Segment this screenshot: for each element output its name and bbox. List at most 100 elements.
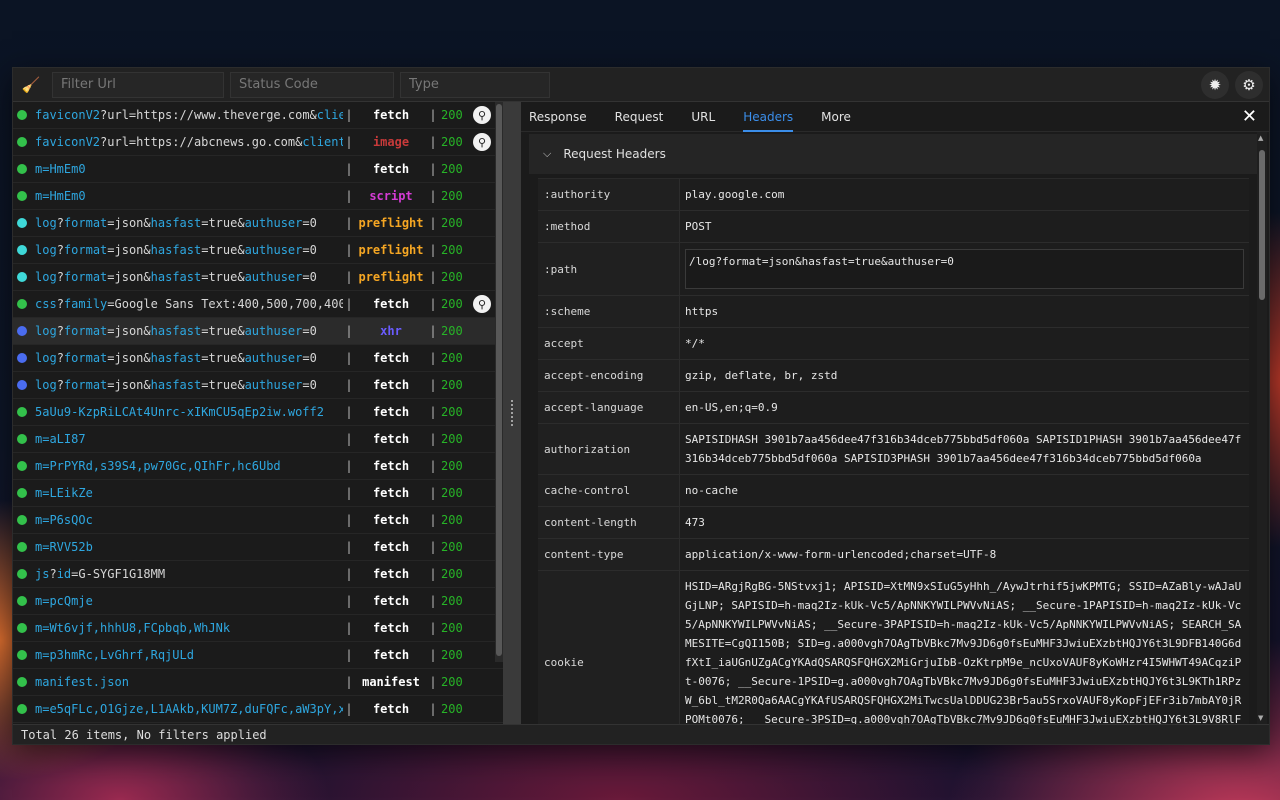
status-code: 200 <box>441 405 463 419</box>
column-separator: | <box>429 459 437 473</box>
request-row[interactable]: log?format=json&hasfast=true&authuser=0 |… <box>13 210 503 237</box>
request-row[interactable]: log?format=json&hasfast=true&authuser=0 |… <box>13 345 503 372</box>
request-row[interactable]: faviconV2?url=https://www.theverge.com&c… <box>13 102 503 129</box>
request-row[interactable]: log?format=json&hasfast=true&authuser=0 |… <box>13 318 503 345</box>
column-separator: | <box>345 513 353 527</box>
header-value: */* <box>685 337 705 350</box>
url-segment: =true& <box>201 378 245 392</box>
url-segment: =json& <box>107 351 151 365</box>
column-separator: | <box>345 702 353 716</box>
tab-more[interactable]: More <box>821 102 851 132</box>
main-area: faviconV2?url=https://www.theverge.com&c… <box>13 102 1269 724</box>
column-separator: | <box>429 486 437 500</box>
path-textarea[interactable]: /log?format=json&hasfast=true&authuser=0 <box>685 249 1244 289</box>
request-row[interactable]: faviconV2?url=https://abcnews.go.com&cli… <box>13 129 503 156</box>
clear-requests-button[interactable]: 🧹 <box>13 68 49 102</box>
request-headers-section-toggle[interactable]: ⌵ Request Headers <box>529 134 1257 174</box>
theme-toggle-button[interactable]: ✹ <box>1201 70 1229 99</box>
request-row[interactable]: manifest.json | manifest | 200 <box>13 669 503 696</box>
tab-request[interactable]: Request <box>615 102 664 132</box>
header-value: play.google.com <box>685 188 785 201</box>
settings-button[interactable]: ⚙ <box>1235 70 1263 99</box>
url-segment: =0 <box>302 378 317 392</box>
request-row[interactable]: m=PrPYRd,s39S4,pw70Gc,QIhFr,hc6Ubd | fetch… <box>13 453 503 480</box>
column-separator: | <box>429 540 437 554</box>
header-value-cell: en-US,en;q=0.9 <box>680 392 1249 423</box>
status-dot-icon <box>17 353 27 363</box>
request-url: m=LEikZe <box>35 486 343 500</box>
network-inspector-window: 🧹 ✹ ⚙ faviconV2?url=https://www.theverge… <box>12 67 1270 745</box>
request-type: fetch <box>372 405 410 419</box>
pin-icon[interactable]: ⚲ <box>473 295 491 313</box>
url-segment: ? <box>56 243 64 257</box>
status-dot-icon <box>17 677 27 687</box>
tab-headers[interactable]: Headers <box>743 102 793 132</box>
request-row[interactable]: m=aLI87 | fetch | 200 <box>13 426 503 453</box>
request-row[interactable]: log?format=json&hasfast=true&authuser=0 |… <box>13 372 503 399</box>
pin-icon[interactable]: ⚲ <box>473 106 491 124</box>
request-row[interactable]: 5aUu9-KzpRiLCAt4Unrc-xIKmCU5qEp2iw.woff2… <box>13 399 503 426</box>
tab-url[interactable]: URL <box>691 102 715 132</box>
column-separator: | <box>429 405 437 419</box>
header-name: authorization <box>538 424 680 474</box>
header-value: application/x-www-form-urlencoded;charse… <box>685 548 997 561</box>
request-row[interactable]: css?family=Google Sans Text:400,500,700,… <box>13 291 503 318</box>
request-row[interactable]: m=P6sQOc | fetch | 200 <box>13 507 503 534</box>
close-icon: ✕ <box>1241 106 1257 127</box>
status-code: 200 <box>441 297 463 311</box>
status-code: 200 <box>441 378 463 392</box>
request-row[interactable]: m=RVV52b | fetch | 200 <box>13 534 503 561</box>
url-segment: m=pcQmje <box>35 594 93 608</box>
header-value: en-US,en;q=0.9 <box>685 401 778 414</box>
request-type: fetch <box>372 567 410 581</box>
url-segment: format <box>63 324 108 338</box>
request-row[interactable]: m=p3hmRc,LvGhrf,RqjULd | fetch | 200 <box>13 642 503 669</box>
url-segment: =json& <box>107 270 151 284</box>
pane-resize-handle[interactable] <box>503 102 521 724</box>
scrollbar-thumb[interactable] <box>1259 150 1265 300</box>
column-separator: | <box>429 567 437 581</box>
request-url: m=RVV52b <box>35 540 343 554</box>
request-type: image <box>372 135 410 149</box>
pin-icon[interactable]: ⚲ <box>473 133 491 151</box>
column-separator: | <box>345 675 353 689</box>
scroll-down-icon[interactable]: ▼ <box>1258 714 1263 722</box>
column-separator: | <box>345 297 353 311</box>
request-list-scrollbar[interactable] <box>495 102 503 662</box>
url-segment: =true& <box>201 243 245 257</box>
column-separator: | <box>345 486 353 500</box>
detail-scrollbar[interactable]: ▲ ▼ <box>1257 132 1267 724</box>
url-segment: m=HmEm0 <box>35 162 86 176</box>
url-segment: m=RVV52b <box>35 540 93 554</box>
type-filter-input[interactable] <box>400 71 550 98</box>
column-separator: | <box>429 378 437 392</box>
header-value-cell: */* <box>680 328 1249 359</box>
column-separator: | <box>429 513 437 527</box>
status-code-input[interactable] <box>230 71 394 98</box>
request-url: js?id=G-SYGF1G18MM <box>35 567 343 581</box>
close-detail-button[interactable]: ✕ <box>1242 106 1257 127</box>
url-segment: =json& <box>107 378 151 392</box>
request-row[interactable]: m=pcQmje | fetch | 200 <box>13 588 503 615</box>
request-row[interactable]: log?format=json&hasfast=true&authuser=0 |… <box>13 237 503 264</box>
column-separator: | <box>345 621 353 635</box>
column-separator: | <box>429 594 437 608</box>
request-row[interactable]: m=HmEm0 | fetch | 200 <box>13 156 503 183</box>
request-row[interactable]: m=e5qFLc,O1Gjze,L1AAkb,KUM7Z,duFQFc,aW3p… <box>13 696 503 723</box>
column-separator: | <box>429 189 437 203</box>
status-code: 200 <box>441 324 463 338</box>
header-value: https <box>685 305 719 318</box>
scroll-up-icon[interactable]: ▲ <box>1258 134 1263 142</box>
header-value-cell: https <box>680 296 1249 327</box>
scrollbar-thumb[interactable] <box>496 104 502 656</box>
filter-url-input[interactable] <box>52 71 224 98</box>
column-separator: | <box>429 351 437 365</box>
tab-response[interactable]: Response <box>529 102 587 132</box>
url-segment: authuser <box>244 243 303 257</box>
request-row[interactable]: m=LEikZe | fetch | 200 <box>13 480 503 507</box>
request-row[interactable]: js?id=G-SYGF1G18MM | fetch | 200 <box>13 561 503 588</box>
request-row[interactable]: m=Wt6vjf,hhhU8,FCpbqb,WhJNk | fetch | 200 <box>13 615 503 642</box>
request-row[interactable]: log?format=json&hasfast=true&authuser=0 |… <box>13 264 503 291</box>
header-row: accept-encoding gzip, deflate, br, zstd <box>538 360 1249 392</box>
request-row[interactable]: m=HmEm0 | script | 200 <box>13 183 503 210</box>
